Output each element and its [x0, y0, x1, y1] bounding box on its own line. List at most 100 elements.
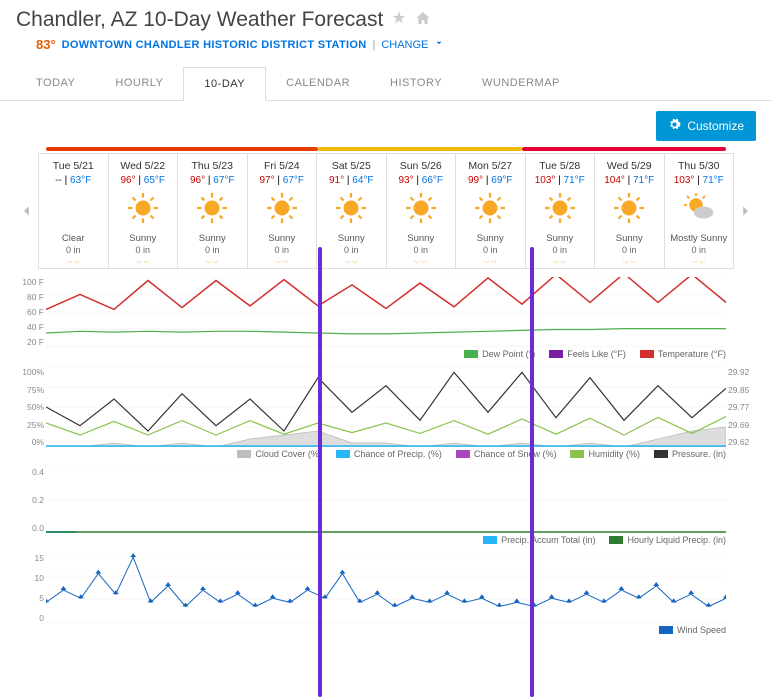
station-link[interactable]: DOWNTOWN CHANDLER HISTORIC DISTRICT STAT…	[62, 39, 367, 51]
home-icon[interactable]	[415, 10, 431, 31]
chevron-down-icon[interactable]	[434, 38, 444, 51]
legend-item: Dew Point (°)	[464, 349, 535, 359]
precip-chart: 0.40.20.0	[46, 467, 726, 533]
tab-calendar[interactable]: CALENDAR	[266, 67, 370, 100]
forecast-content: Customize Tue 5/21 -- | 63°F Clear 0 in …	[0, 101, 772, 635]
day-lo: 71°F	[633, 175, 654, 186]
change-station-link[interactable]: CHANGE	[381, 39, 428, 51]
day-card[interactable]: Fri 5/24 97° | 67°F Sunny 0 in ◡ ◡	[248, 153, 318, 269]
day-precip: 0 in	[667, 245, 732, 255]
day-precip: 0 in	[528, 245, 593, 255]
day-hi: 104°	[604, 175, 625, 186]
day-card[interactable]: Tue 5/28 103° | 71°F Sunny 0 in ◡ ◡	[526, 153, 596, 269]
next-arrow[interactable]	[734, 200, 756, 222]
day-card[interactable]: Tue 5/21 -- | 63°F Clear 0 in ◡ ◡	[38, 153, 109, 269]
day-condition: Sunny	[389, 233, 454, 244]
sun-icon	[597, 190, 662, 229]
page-title: Chandler, AZ 10-Day Weather Forecast	[16, 8, 383, 32]
day-lo: 65°F	[144, 175, 165, 186]
annotation-vline-1	[318, 247, 322, 697]
day-precip: 0 in	[41, 245, 106, 255]
day-hi: 103°	[674, 175, 695, 186]
legend-item: Temperature (°F)	[640, 349, 726, 359]
day-precip: 0 in	[319, 245, 384, 255]
annotation-vline-2	[530, 247, 534, 697]
customize-button[interactable]: Customize	[656, 111, 756, 141]
tab-today[interactable]: TODAY	[16, 67, 95, 100]
legend-item: Chance of Snow (%)	[456, 449, 557, 459]
legend-item: Pressure. (in)	[654, 449, 726, 459]
day-date: Thu 5/23	[180, 160, 245, 172]
day-card[interactable]: Thu 5/30 103° | 71°F Mostly Sunny 0 in ◡…	[665, 153, 735, 269]
legend-item: Hourly Liquid Precip. (in)	[609, 535, 726, 545]
moon-icon	[41, 190, 106, 229]
tab-history[interactable]: HISTORY	[370, 67, 462, 100]
day-precip: 0 in	[111, 245, 176, 255]
day-card[interactable]: Sun 5/26 93° | 66°F Sunny 0 in ◡ ◡	[387, 153, 457, 269]
legend-precip: Precip. Accum Total (in) Hourly Liquid Pr…	[46, 535, 726, 545]
day-condition: Sunny	[597, 233, 662, 244]
day-date: Wed 5/22	[111, 160, 176, 172]
day-condition: Sunny	[319, 233, 384, 244]
day-precip: 0 in	[180, 245, 245, 255]
legend-temp: Dew Point (°) Feels Like (°F) Temperature …	[46, 349, 726, 359]
day-card[interactable]: Wed 5/29 104° | 71°F Sunny 0 in ◡ ◡	[595, 153, 665, 269]
current-temp: 83°	[36, 37, 56, 52]
day-hi: 93°	[398, 175, 413, 186]
day-precip: 0 in	[597, 245, 662, 255]
day-hi: 96°	[120, 175, 135, 186]
humidity-chart: 100%75%50%25%0% 29.9229.8529.7729.6929.6…	[46, 367, 726, 447]
legend-item: Precip. Accum Total (in)	[483, 535, 595, 545]
day-condition: Sunny	[111, 233, 176, 244]
sun-icon	[111, 190, 176, 229]
day-date: Mon 5/27	[458, 160, 523, 172]
legend-wind: Wind Speed	[46, 625, 726, 635]
day-lo: 71°F	[703, 175, 724, 186]
day-date: Tue 5/21	[41, 160, 106, 172]
tab-hourly[interactable]: HOURLY	[95, 67, 183, 100]
legend-item: Feels Like (°F)	[549, 349, 626, 359]
day-condition: Sunny	[250, 233, 315, 244]
legend-mid: Cloud Cover (%)Chance of Precip. (%)Chan…	[46, 449, 726, 459]
temperature-chart: 100 F80 F60 F40 F20 F	[46, 277, 726, 347]
tab-10day[interactable]: 10-DAY	[183, 67, 266, 101]
sun-icon	[319, 190, 384, 229]
day-card[interactable]: Wed 5/22 96° | 65°F Sunny 0 in ◡ ◡	[109, 153, 179, 269]
favorite-star-icon[interactable]	[391, 10, 407, 31]
day-card[interactable]: Thu 5/23 96° | 67°F Sunny 0 in ◡ ◡	[178, 153, 248, 269]
day-lo: 66°F	[422, 175, 443, 186]
day-carousel: Tue 5/21 -- | 63°F Clear 0 in ◡ ◡ Wed 5/…	[16, 153, 756, 269]
day-precip: 0 in	[458, 245, 523, 255]
day-condition: Sunny	[458, 233, 523, 244]
day-date: Sat 5/25	[319, 160, 384, 172]
day-precip: 0 in	[389, 245, 454, 255]
annotation-overlay	[46, 147, 726, 151]
day-date: Wed 5/29	[597, 160, 662, 172]
day-date: Fri 5/24	[250, 160, 315, 172]
sun-icon	[389, 190, 454, 229]
day-condition: Clear	[41, 233, 106, 244]
legend-item: Chance of Precip. (%)	[336, 449, 442, 459]
gear-icon	[668, 118, 681, 134]
moon-icon	[16, 36, 30, 53]
tab-bar: TODAY HOURLY 10-DAY CALENDAR HISTORY WUN…	[0, 67, 772, 101]
day-lo: 71°F	[564, 175, 585, 186]
day-hi: 97°	[259, 175, 274, 186]
day-condition: Sunny	[180, 233, 245, 244]
legend-item: Wind Speed	[659, 625, 726, 635]
tab-wundermap[interactable]: WUNDERMAP	[462, 67, 580, 100]
page-header: Chandler, AZ 10-Day Weather Forecast 83°…	[0, 0, 772, 57]
day-lo: 64°F	[352, 175, 373, 186]
prev-arrow[interactable]	[16, 200, 38, 222]
day-condition: Sunny	[528, 233, 593, 244]
psun-icon	[667, 190, 732, 229]
day-date: Sun 5/26	[389, 160, 454, 172]
day-card[interactable]: Mon 5/27 99° | 69°F Sunny 0 in ◡ ◡	[456, 153, 526, 269]
day-hi: 103°	[535, 175, 556, 186]
day-lo: 67°F	[213, 175, 234, 186]
sun-icon	[528, 190, 593, 229]
day-precip: 0 in	[250, 245, 315, 255]
sun-icon	[250, 190, 315, 229]
day-condition: Mostly Sunny	[667, 233, 732, 244]
day-card[interactable]: Sat 5/25 91° | 64°F Sunny 0 in ◡ ◡	[317, 153, 387, 269]
